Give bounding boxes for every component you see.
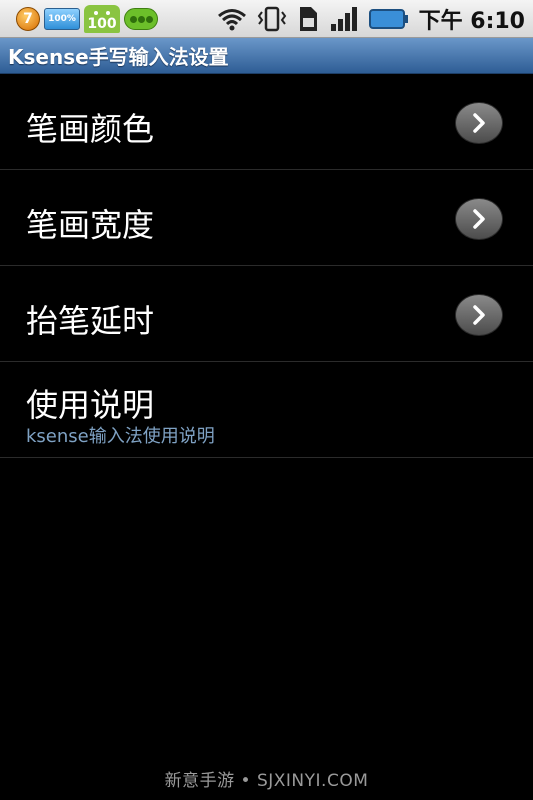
notification-icons: 7 100% 100: [16, 4, 158, 34]
setting-label: 笔画宽度: [26, 206, 155, 244]
vibrate-icon: [257, 6, 287, 32]
wifi-icon: [217, 7, 247, 31]
status-bar: 7 100% 100 下午 6:10: [0, 0, 533, 38]
sim-card-icon: [297, 6, 319, 32]
system-icons: 下午 6:10: [217, 0, 525, 38]
setting-label: 使用说明: [26, 386, 155, 424]
pea-app-icon: [124, 8, 158, 30]
clock: 下午 6:10: [418, 9, 525, 34]
battery-icon: [368, 7, 409, 31]
setting-label: 抬笔延时: [26, 302, 155, 340]
android-app-icon: 100: [84, 5, 120, 33]
battery-notice-icon: 100%: [44, 8, 80, 30]
settings-list: 笔画颜色 笔画宽度 抬笔延时 使用说明 ksense输入法使用说明: [0, 74, 533, 458]
title-bar: Ksense手写输入法设置: [0, 38, 533, 74]
watermark: 新意手游 • SJXINYI.COM: [164, 771, 369, 791]
notification-badge-icon: 7: [16, 7, 40, 31]
setting-instructions[interactable]: 使用说明 ksense输入法使用说明: [0, 362, 533, 458]
chevron-right-icon: [455, 198, 503, 240]
setting-stroke-width[interactable]: 笔画宽度: [0, 170, 533, 266]
setting-stroke-color[interactable]: 笔画颜色: [0, 74, 533, 170]
chevron-right-icon: [455, 102, 503, 144]
setting-sublabel: ksense输入法使用说明: [26, 426, 215, 447]
page-title: Ksense手写输入法设置: [8, 45, 229, 69]
chevron-right-icon: [455, 294, 503, 336]
setting-label: 笔画颜色: [26, 110, 155, 148]
setting-pen-up-delay[interactable]: 抬笔延时: [0, 266, 533, 362]
signal-strength-icon: [329, 6, 359, 32]
